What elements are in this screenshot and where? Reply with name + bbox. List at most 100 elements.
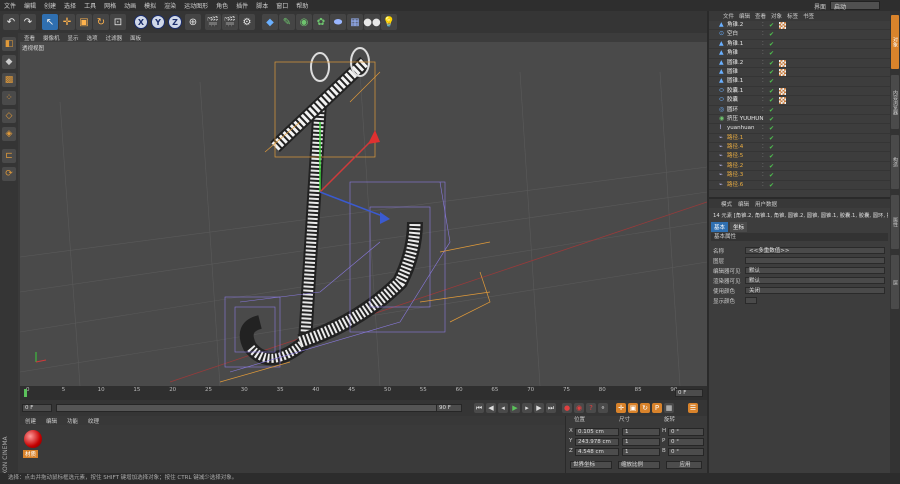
enabled-check-icon[interactable]: ✔ (769, 106, 774, 115)
menu-item[interactable]: 角色 (212, 1, 232, 10)
object-row[interactable]: ⌁ 路径.6 ⁚ ✔ (709, 181, 890, 191)
visibility-dot-icon[interactable]: ⁚ (762, 49, 764, 58)
size-field[interactable]: 1 (622, 428, 660, 436)
size-field[interactable]: 1 (622, 438, 660, 446)
object-row[interactable]: ⌁ 路径.4 ⁚ ✔ (709, 143, 890, 153)
coord-system-icon[interactable]: ⊕ (185, 14, 201, 30)
enabled-check-icon[interactable]: ✔ (769, 124, 774, 133)
attribute-value-field[interactable]: 默认 (745, 267, 885, 274)
points-mode-icon[interactable]: ⁘ (2, 91, 16, 105)
enabled-check-icon[interactable]: ✔ (769, 143, 774, 152)
gizmo-x-axis[interactable] (319, 136, 376, 193)
menu-item[interactable]: 插件 (232, 1, 252, 10)
move-tool-icon[interactable]: ✛ (59, 14, 75, 30)
viewport-menu-item[interactable]: 面板 (126, 34, 145, 42)
attribute-value-field[interactable]: <<多重数值>> (745, 247, 885, 254)
attribute-menu-item[interactable]: 用户数据 (755, 200, 783, 208)
prev-key-icon[interactable]: ◀ (486, 403, 496, 413)
goto-start-icon[interactable]: ⏮ (474, 403, 484, 413)
attribute-menu-item[interactable]: 编辑 (738, 200, 755, 208)
visibility-dot-icon[interactable]: ⁚ (762, 171, 764, 180)
record-icon[interactable]: ● (562, 403, 572, 413)
current-frame-field[interactable]: 0 F (22, 404, 52, 412)
material-ball[interactable] (24, 430, 42, 448)
texture-tag-icon[interactable] (779, 87, 786, 95)
enabled-check-icon[interactable]: ✔ (769, 30, 774, 39)
x-axis-icon[interactable]: X (134, 15, 148, 29)
visibility-dot-icon[interactable]: ⁚ (762, 106, 764, 115)
position-field[interactable]: 243.978 cm (575, 438, 619, 446)
object-menu-item[interactable]: 对象 (771, 12, 787, 20)
gizmo-z-arrow[interactable] (380, 212, 390, 224)
enabled-check-icon[interactable]: ✔ (769, 40, 774, 49)
object-row[interactable]: ⬭ 胶囊 ⁚ ✔ (709, 96, 890, 106)
menu-item[interactable]: 脚本 (252, 1, 272, 10)
viewport-menu-item[interactable]: 选项 (83, 34, 102, 42)
range-end-field[interactable]: 90 F (436, 404, 462, 412)
object-menu-item[interactable]: 编辑 (739, 12, 755, 20)
object-menu-item[interactable]: 标签 (787, 12, 803, 20)
viewport-menu-item[interactable]: 摄像机 (39, 34, 64, 42)
timeline-ruler[interactable]: 0 5 10 15 20 25 30 35 40 45 50 55 60 65 70 75 80 85 90 0 F (20, 386, 707, 400)
undo-icon[interactable]: ↶ (3, 14, 19, 30)
menu-item[interactable]: 运动图形 (180, 1, 212, 10)
key-pla-icon[interactable]: ▦ (664, 403, 674, 413)
prev-frame-icon[interactable]: ◂ (498, 403, 508, 413)
texture-tag-icon[interactable] (779, 68, 786, 76)
deformer-icon[interactable]: ⬬ (330, 14, 346, 30)
object-menu-item[interactable]: 查看 (755, 12, 771, 20)
object-menu-item[interactable]: 文件 (723, 12, 739, 20)
menu-item[interactable]: 动画 (120, 1, 140, 10)
material-menu-item[interactable]: 编辑 (41, 417, 62, 425)
attribute-tab[interactable]: 基本 (711, 222, 729, 232)
key-rotation-icon[interactable]: ↻ (640, 403, 650, 413)
snap-icon[interactable]: ⊏ (2, 149, 16, 163)
object-row[interactable]: ⌁ 路径.3 ⁚ ✔ (709, 171, 890, 181)
visibility-dot-icon[interactable]: ⁚ (762, 134, 764, 143)
visibility-dot-icon[interactable]: ⁚ (762, 181, 764, 190)
object-row[interactable]: ⌇ yuanhuan ⁚ ✔ (709, 124, 890, 134)
visibility-dot-icon[interactable]: ⁚ (762, 30, 764, 39)
rotation-field[interactable]: 0 ° (668, 448, 704, 456)
polygons-mode-icon[interactable]: ◈ (2, 127, 16, 141)
object-row[interactable]: ▲ 角锥 ⁚ ✔ (709, 49, 890, 59)
texture-mode-icon[interactable]: ▩ (2, 73, 16, 87)
layout-select[interactable]: 启动 (830, 1, 880, 11)
menu-item[interactable]: 网格 (100, 1, 120, 10)
play-icon[interactable]: ▶ (510, 403, 520, 413)
enabled-check-icon[interactable]: ✔ (769, 68, 774, 77)
object-row[interactable]: ⌁ 路径.5 ⁚ ✔ (709, 152, 890, 162)
timeline-menu-icon[interactable]: ☰ (688, 403, 698, 413)
cube-icon[interactable]: ◆ (262, 14, 278, 30)
menu-item[interactable]: 编辑 (20, 1, 40, 10)
render-picture-viewer-icon[interactable]: 🎬 (222, 14, 238, 30)
goto-end-icon[interactable]: ⏭ (546, 403, 556, 413)
subdivision-icon[interactable]: ◉ (296, 14, 312, 30)
menu-item[interactable]: 窗口 (272, 1, 292, 10)
side-tab[interactable]: 层 (891, 255, 899, 309)
menu-item[interactable]: 渲染 (160, 1, 180, 10)
workplane-icon[interactable]: ⟳ (2, 167, 16, 181)
enabled-check-icon[interactable]: ✔ (769, 21, 774, 30)
material-menu-item[interactable]: 创建 (20, 417, 41, 425)
enabled-check-icon[interactable]: ✔ (769, 77, 774, 86)
enabled-check-icon[interactable]: ✔ (769, 59, 774, 68)
enabled-check-icon[interactable]: ✔ (769, 162, 774, 171)
visibility-dot-icon[interactable]: ⁚ (762, 77, 764, 86)
array-icon[interactable]: ✿ (313, 14, 329, 30)
object-menu-item[interactable]: 书签 (803, 12, 819, 20)
timeline-end-field[interactable]: 0 F (675, 389, 703, 397)
attribute-value-field[interactable]: 关闭 (745, 287, 885, 294)
size-field[interactable]: 1 (622, 448, 660, 456)
light-icon[interactable]: 💡 (381, 14, 397, 30)
key-position-icon[interactable]: ✛ (616, 403, 626, 413)
object-row[interactable]: ▲ 圆锥.2 ⁚ ✔ (709, 59, 890, 68)
object-row[interactable]: ◉ 挤压 YUUHUN ⁚ ✔ (709, 115, 890, 125)
menu-item[interactable]: 选择 (60, 1, 80, 10)
enabled-check-icon[interactable]: ✔ (769, 115, 774, 124)
enabled-check-icon[interactable]: ✔ (769, 134, 774, 143)
autokey-icon[interactable]: ◉ (574, 403, 584, 413)
scale-mode-select[interactable]: 缩放比例 (618, 461, 660, 469)
texture-tag-icon[interactable] (779, 22, 786, 29)
texture-tag-icon[interactable] (779, 59, 786, 67)
